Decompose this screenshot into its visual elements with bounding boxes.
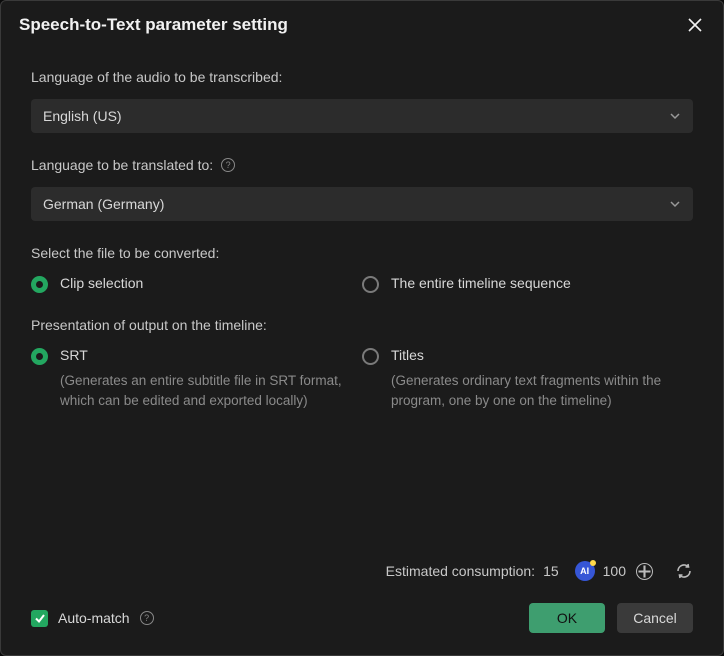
close-button[interactable] <box>685 15 705 35</box>
source-lang-select[interactable]: English (US) <box>31 99 693 133</box>
file-select-label: Select the file to be converted: <box>31 245 693 261</box>
dialog-footer: Estimated consumption: 15 AI 100 Auto-ma… <box>1 545 723 655</box>
radio-clip-selection[interactable]: Clip selection <box>31 275 362 293</box>
chevron-down-icon <box>669 110 681 122</box>
radio-icon <box>362 276 379 293</box>
source-lang-label: Language of the audio to be transcribed: <box>31 69 693 85</box>
help-icon[interactable]: ? <box>140 611 154 625</box>
target-lang-select[interactable]: German (Germany) <box>31 187 693 221</box>
output-presentation-section: Presentation of output on the timeline: … <box>31 317 693 410</box>
radio-srt[interactable]: SRT <box>31 347 362 365</box>
dialog-body: Language of the audio to be transcribed:… <box>1 47 723 545</box>
radio-titles-desc: (Generates ordinary text fragments withi… <box>362 371 693 410</box>
source-lang-value: English (US) <box>43 108 122 124</box>
radio-srt-label: SRT <box>60 347 88 363</box>
radio-icon <box>31 348 48 365</box>
cancel-button[interactable]: Cancel <box>617 603 693 633</box>
checkbox-icon <box>31 610 48 627</box>
radio-srt-desc: (Generates an entire subtitle file in SR… <box>31 371 362 410</box>
output-pres-label: Presentation of output on the timeline: <box>31 317 693 333</box>
stt-settings-dialog: Speech-to-Text parameter setting Languag… <box>0 0 724 656</box>
dialog-header: Speech-to-Text parameter setting <box>1 1 723 47</box>
close-icon <box>688 18 702 32</box>
target-lang-label: Language to be translated to: ? <box>31 157 693 173</box>
help-icon[interactable]: ? <box>221 158 235 172</box>
radio-icon <box>31 276 48 293</box>
auto-match-checkbox[interactable]: Auto-match ? <box>31 610 154 627</box>
source-lang-section: Language of the audio to be transcribed:… <box>31 69 693 133</box>
est-value: 15 <box>543 563 559 579</box>
bottom-row: Auto-match ? OK Cancel <box>31 603 693 633</box>
file-select-section: Select the file to be converted: Clip se… <box>31 245 693 293</box>
target-lang-value: German (Germany) <box>43 196 164 212</box>
radio-clip-label: Clip selection <box>60 275 143 291</box>
radio-icon <box>362 348 379 365</box>
radio-titles-label: Titles <box>391 347 424 363</box>
radio-timeline-label: The entire timeline sequence <box>391 275 571 291</box>
file-select-radios: Clip selection The entire timeline seque… <box>31 275 693 293</box>
add-credits-button[interactable] <box>636 563 653 580</box>
radio-titles[interactable]: Titles <box>362 347 693 365</box>
refresh-button[interactable] <box>675 562 693 580</box>
target-lang-section: Language to be translated to: ? German (… <box>31 157 693 221</box>
output-pres-radios: SRT (Generates an entire subtitle file i… <box>31 347 693 410</box>
dialog-title: Speech-to-Text parameter setting <box>19 15 288 35</box>
auto-match-label: Auto-match <box>58 610 130 626</box>
button-row: OK Cancel <box>529 603 693 633</box>
radio-entire-timeline[interactable]: The entire timeline sequence <box>362 275 693 293</box>
chevron-down-icon <box>669 198 681 210</box>
est-label: Estimated consumption: <box>386 563 535 579</box>
ok-button[interactable]: OK <box>529 603 605 633</box>
plus-icon <box>637 564 652 579</box>
ai-badge-icon: AI <box>575 561 595 581</box>
estimated-consumption-row: Estimated consumption: 15 AI 100 <box>31 561 693 581</box>
credits-value: 100 <box>603 563 626 579</box>
